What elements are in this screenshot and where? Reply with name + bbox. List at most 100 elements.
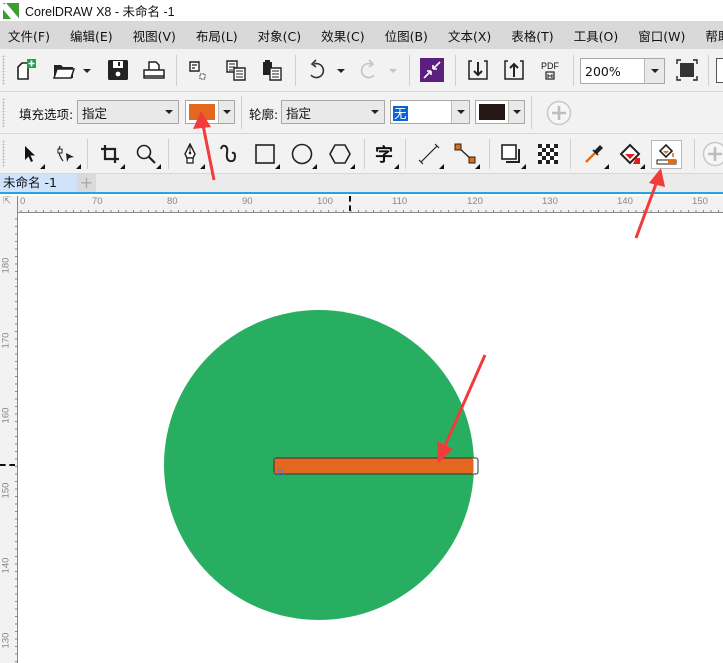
outline-color-picker[interactable]	[475, 100, 525, 124]
fill-option-select[interactable]: 指定	[77, 100, 179, 124]
new-document-icon[interactable]	[14, 57, 38, 83]
fill-color-picker[interactable]	[185, 100, 235, 124]
pdf-label: PDF	[541, 60, 559, 71]
horizontal-cursor-guide	[349, 196, 351, 211]
drawing-canvas[interactable]	[19, 213, 723, 663]
outline-width-dropdown[interactable]	[451, 101, 469, 123]
coreldraw-logo-icon	[3, 2, 19, 19]
ruler-label: 160	[0, 407, 12, 424]
pen-tool-icon[interactable]	[178, 142, 205, 169]
crop-tool-icon[interactable]	[98, 142, 125, 169]
export-icon[interactable]	[502, 58, 526, 82]
menu-table[interactable]: 表格(T)	[511, 26, 553, 45]
zoom-level-dropdown[interactable]	[644, 59, 664, 83]
menu-bitmaps[interactable]: 位图(B)	[385, 26, 428, 45]
menu-help[interactable]: 帮助(H)	[705, 26, 723, 45]
toolbar-separator	[295, 55, 296, 86]
cut-icon[interactable]	[186, 57, 210, 83]
menu-text[interactable]: 文本(X)	[448, 26, 491, 45]
connector-tool-icon[interactable]	[453, 142, 480, 169]
menu-effects[interactable]: 效果(C)	[321, 26, 364, 45]
text-tool-glyph: 字	[375, 145, 393, 166]
outline-label: 轮廓:	[249, 107, 279, 122]
ellipse-tool-icon[interactable]	[290, 142, 317, 169]
outline-option-select[interactable]: 指定	[281, 100, 385, 124]
shape-tool-icon[interactable]	[54, 142, 81, 169]
fill-color-dropdown[interactable]	[218, 101, 234, 123]
toolbar-separator	[176, 55, 177, 86]
save-icon[interactable]	[106, 57, 130, 83]
zoom-level-value[interactable]: 200%	[581, 64, 644, 79]
document-tab-bar: 未命名 -1 +	[0, 174, 723, 194]
horizontal-ruler[interactable]: 0 70 80 90 100 110 120 130 140 150	[18, 196, 723, 213]
ruler-label: 150	[692, 196, 708, 207]
pick-tool-icon[interactable]	[18, 142, 45, 169]
redo-dropdown-arrow[interactable]	[388, 68, 398, 74]
fill-option-label: 填充选项:	[19, 107, 74, 122]
drop-shadow-tool-icon[interactable]	[499, 142, 526, 169]
print-icon[interactable]	[142, 57, 166, 83]
toolbar-separator	[531, 96, 532, 129]
toolbar-grip[interactable]	[2, 98, 5, 127]
zoom-tool-icon[interactable]	[134, 142, 161, 169]
toolbar-grip[interactable]	[2, 55, 5, 85]
polygon-tool-icon[interactable]	[328, 142, 355, 169]
ruler-label: 150	[0, 482, 12, 499]
artistic-media-tool-icon[interactable]	[217, 142, 241, 166]
menu-file[interactable]: 文件(F)	[8, 26, 50, 45]
menu-layout[interactable]: 布局(L)	[196, 26, 238, 45]
outline-width-value[interactable]: 无	[393, 105, 408, 121]
parallel-dimension-tool-icon[interactable]	[417, 142, 444, 169]
standard-toolbar: PDF 200%	[0, 49, 723, 92]
toolbar-grip[interactable]	[2, 140, 5, 167]
add-property-icon[interactable]	[546, 100, 572, 126]
toolbar-separator	[573, 55, 574, 86]
rectangle-tool-icon[interactable]	[253, 142, 280, 169]
menu-view[interactable]: 视图(V)	[133, 26, 176, 45]
toolbar-separator	[168, 139, 169, 169]
menu-edit[interactable]: 编辑(E)	[70, 26, 113, 45]
document-tab[interactable]: 未命名 -1	[0, 174, 77, 192]
add-document-tab-button[interactable]: +	[77, 174, 96, 192]
paste-icon[interactable]	[260, 57, 284, 83]
outline-color-dropdown[interactable]	[508, 101, 524, 123]
vertical-cursor-guide	[0, 464, 15, 466]
toolbar-separator	[241, 96, 242, 129]
interactive-fill-tool-icon[interactable]	[618, 142, 645, 169]
smart-fill-tool-icon[interactable]	[651, 140, 682, 169]
window-title: CorelDRAW X8 - 未命名 -1	[25, 5, 175, 19]
undo-dropdown-arrow[interactable]	[336, 68, 346, 74]
corel-connect-icon[interactable]	[420, 58, 444, 82]
publish-pdf-icon[interactable]: PDF	[538, 57, 562, 83]
menu-tools[interactable]: 工具(O)	[574, 26, 619, 45]
ruler-label: 90	[242, 196, 253, 207]
import-icon[interactable]	[466, 58, 490, 82]
orange-bar[interactable]	[274, 458, 474, 474]
redo-icon[interactable]	[356, 57, 380, 83]
full-screen-preview-icon[interactable]	[675, 58, 699, 82]
menu-window[interactable]: 窗口(W)	[638, 26, 685, 45]
outline-width-combo[interactable]: 无	[390, 100, 470, 124]
outline-option-dropdown[interactable]	[366, 101, 384, 123]
copy-icon[interactable]	[224, 57, 248, 83]
zoom-level-combo[interactable]: 200%	[580, 58, 665, 84]
eyedropper-tool-icon[interactable]	[582, 142, 609, 169]
outline-color-swatch[interactable]	[479, 104, 505, 120]
menu-object[interactable]: 对象(C)	[258, 26, 301, 45]
ruler-label: 110	[392, 196, 408, 207]
open-icon[interactable]	[52, 57, 76, 83]
fill-color-swatch[interactable]	[189, 104, 215, 120]
ruler-label: 140	[617, 196, 633, 207]
ruler-label: 130	[542, 196, 558, 207]
fill-option-dropdown[interactable]	[160, 101, 178, 123]
ruler-label: 120	[467, 196, 483, 207]
text-tool-icon[interactable]: 字	[372, 142, 399, 169]
vertical-ruler[interactable]: ⇱ 180 170 160 150 140 130	[0, 196, 18, 663]
customize-toolbox-icon[interactable]	[702, 141, 723, 167]
title-bar: CorelDRAW X8 - 未命名 -1	[0, 0, 723, 21]
transparency-tool-icon[interactable]	[536, 142, 560, 166]
ruler-label: 80	[167, 196, 178, 207]
options-button[interactable]	[716, 58, 723, 83]
open-dropdown-arrow[interactable]	[82, 68, 92, 74]
undo-icon[interactable]	[305, 57, 329, 83]
